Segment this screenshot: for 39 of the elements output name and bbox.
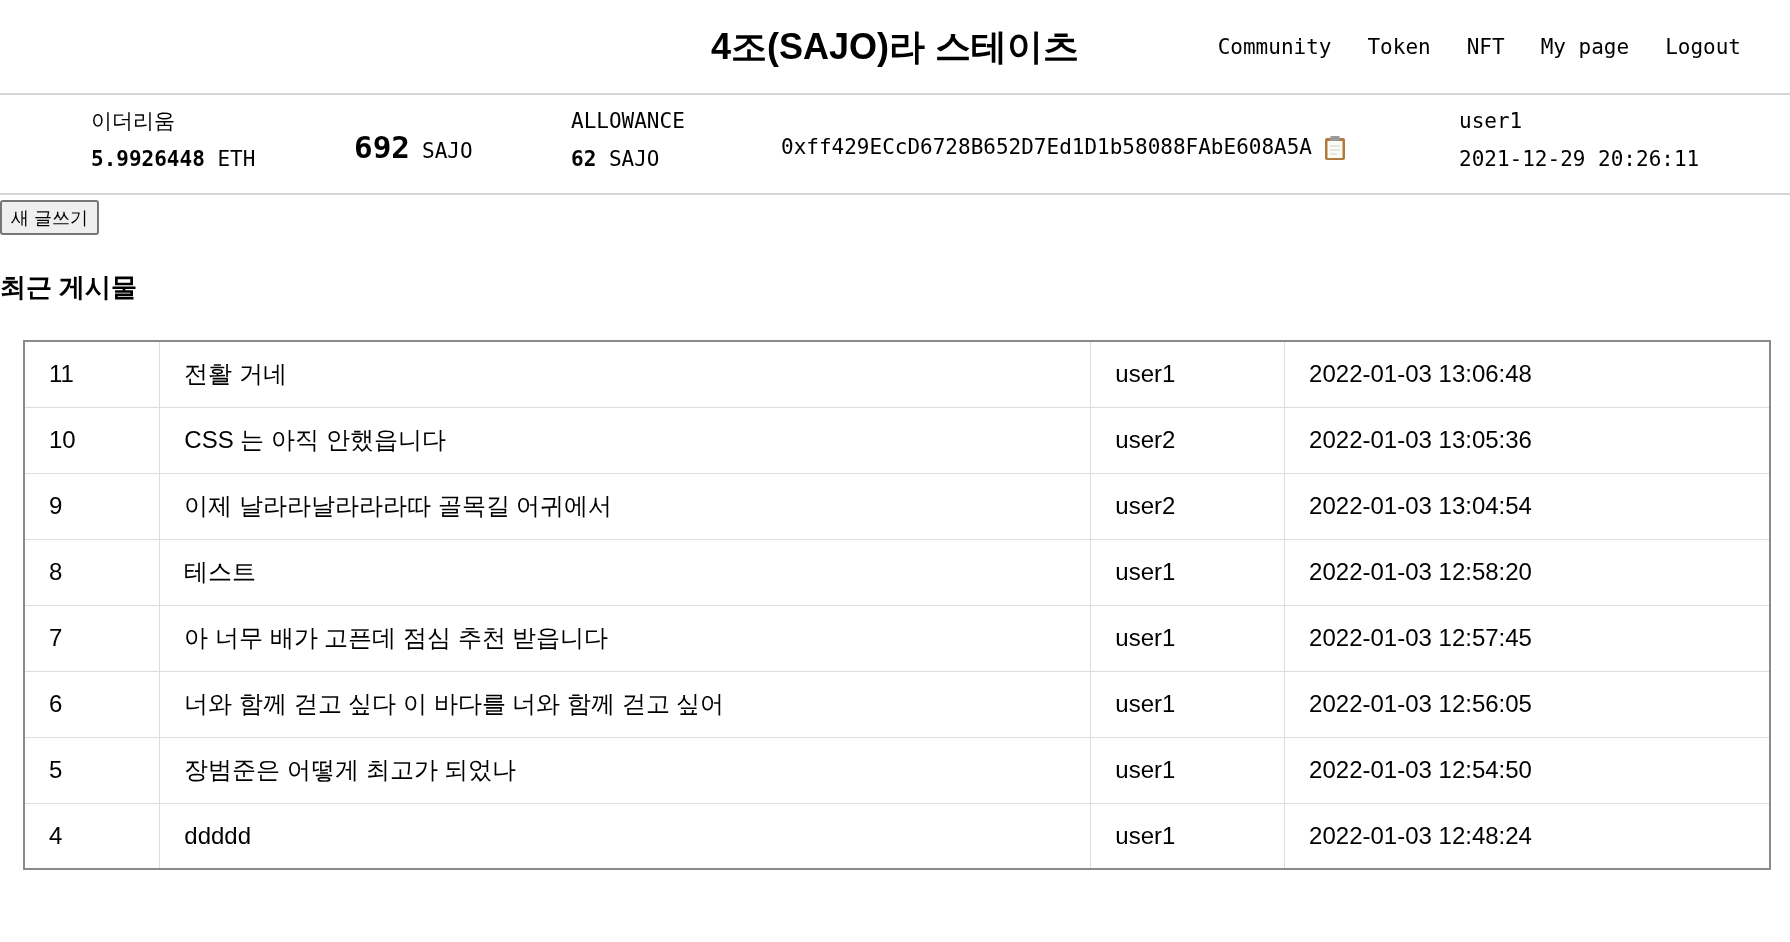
table-cell: 5 [24,737,160,803]
eth-balance: 5.9926448 ETH [91,146,257,173]
token-unit: SAJO [422,138,473,166]
table-cell: 너와 함께 걷고 싶다 이 바다를 너와 함께 걷고 싶어 [159,671,1091,737]
user-timestamp: 2021-12-29 20:26:11 [1459,146,1700,173]
allowance-value: 62 SAJO [571,146,661,173]
table-cell: user1 [1090,737,1285,803]
nav-link[interactable]: Community [1217,32,1332,61]
table-cell: CSS 는 아직 안했읍니다 [159,407,1091,473]
table-cell: user2 [1090,473,1285,539]
table-cell: 장범준은 어떻게 최고가 되었나 [159,737,1091,803]
table-cell: 11 [24,341,160,407]
new-post-button[interactable]: 새 글쓰기 [0,200,99,235]
table-cell: 이제 날라라날라라라따 골목길 어귀에서 [159,473,1091,539]
nav-link[interactable]: My page [1540,32,1630,61]
table-cell: 8 [24,539,160,605]
user-name: user1 [1459,108,1524,135]
nav-link[interactable]: NFT [1466,32,1505,61]
table-cell: 아 너무 배가 고픈데 점심 추천 받읍니다 [159,605,1091,671]
wallet-address: 0xff429ECcD6728B652D7Ed1D1b58088FAbE608A5A [781,133,1312,161]
table-cell: user1 [1090,539,1285,605]
table-cell: 7 [24,605,160,671]
nav-link[interactable]: Logout [1665,32,1741,61]
table-cell: 6 [24,671,160,737]
eth-label: 이더리움 [91,108,176,135]
site-title: 4조(SAJO)라 스테이츠 [710,24,1079,69]
table-cell: 전활 거네 [159,341,1091,407]
table-cell: user1 [1090,605,1285,671]
table-cell: user1 [1090,671,1285,737]
table-cell: user1 [1090,341,1285,407]
table-cell: 10 [24,407,160,473]
table-cell: user2 [1090,407,1285,473]
token-balance: 692 [354,128,410,168]
table-cell: 9 [24,473,160,539]
nav-link[interactable]: Token [1367,32,1431,61]
clipboard-icon[interactable] [1324,135,1346,160]
table-cell: 테스트 [159,539,1091,605]
allowance-label: ALLOWANCE [571,108,686,135]
section-heading: 최근 게시물 [0,272,139,302]
